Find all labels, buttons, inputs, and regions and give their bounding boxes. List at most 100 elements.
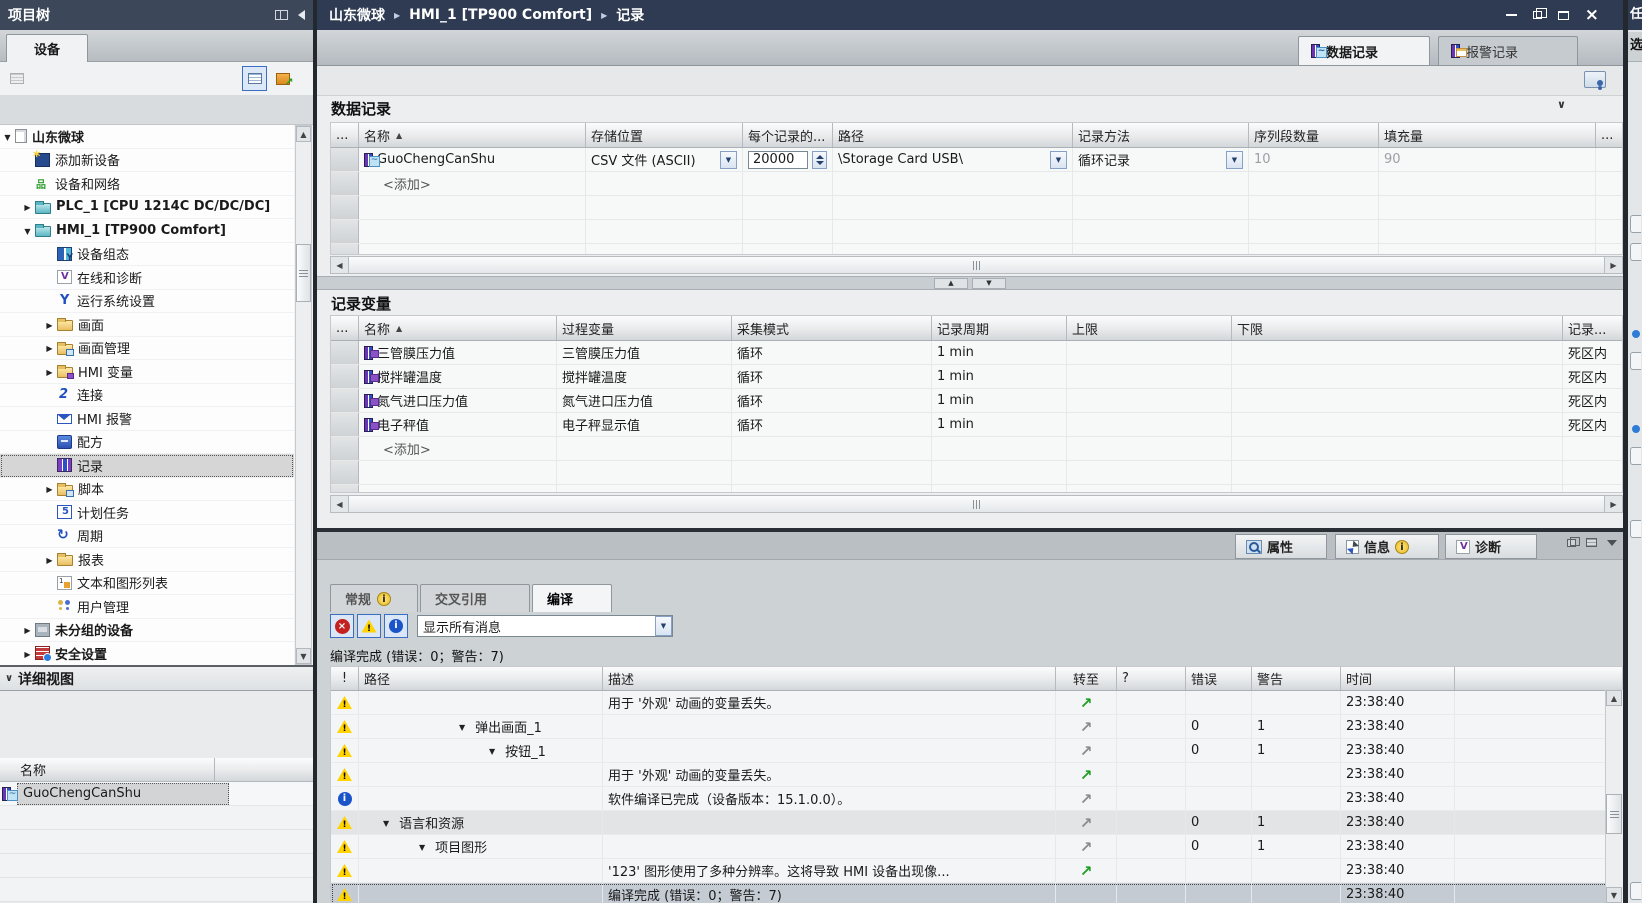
clipped-button-fragment[interactable] [1630, 520, 1641, 538]
clipped-panel-tab[interactable]: 选 [1628, 32, 1642, 62]
open-library-button[interactable] [270, 66, 295, 91]
add-label[interactable]: <添加> [383, 439, 431, 458]
tab-devices[interactable]: 设备 [6, 34, 88, 62]
message-list-scrollbar[interactable]: ▲ ▼ [1605, 690, 1623, 903]
close-icon[interactable]: × [1585, 8, 1599, 22]
scrollbar-track[interactable] [349, 257, 1604, 273]
message-row[interactable]: 软件编译已完成（设备版本：15.1.0.0）。 ↗ 23:38:40 [331, 787, 1622, 811]
filter-warnings-button[interactable] [357, 614, 381, 638]
col-logging-method[interactable]: 记录方法 [1073, 123, 1249, 147]
col-goto[interactable]: 转至 [1056, 667, 1117, 690]
col-acquisition-mode[interactable]: 采集模式 [732, 316, 932, 340]
tree-item-devices-networks[interactable]: 设备和网络 [0, 172, 294, 196]
row-selector[interactable] [331, 148, 359, 171]
message-row[interactable]: 项目图形 ↗ 0 1 23:38:40 [331, 835, 1622, 859]
tab-alarm-logs[interactable]: 报警记录 [1438, 36, 1578, 65]
expand-arrow-icon[interactable] [0, 129, 15, 144]
col-log-trigger[interactable]: 记录... [1563, 316, 1622, 340]
col-process-tag[interactable]: 过程变量 [557, 316, 732, 340]
message-row[interactable]: 用于 '外观' 动画的变量丢失。 ↗ 23:38:40 [331, 763, 1622, 787]
tree-item-reports[interactable]: 报表 [0, 548, 294, 572]
scro11-left-icon[interactable]: ◀ [331, 496, 349, 512]
tree-item-project[interactable]: 山东微球 [0, 125, 294, 149]
tree-item-scripts[interactable]: 脚本 [0, 478, 294, 502]
scroll-up-icon[interactable]: ▲ [296, 126, 311, 142]
log-name[interactable]: GuoChengCanShu [377, 152, 495, 167]
col-warnings[interactable]: 警告 [1252, 667, 1341, 690]
tree-item-online-diagnostics[interactable]: 在线和诊断 [0, 266, 294, 290]
datalog-add-row[interactable]: <添加> [331, 172, 1622, 196]
clipped-button-fragment[interactable] [1630, 243, 1641, 261]
message-row[interactable]: 用于 '外观' 动画的变量丢失。 ↗ 23:38:40 [331, 691, 1622, 715]
clipped-button-fragment[interactable] [1630, 882, 1641, 900]
col-rowheader[interactable]: ... [331, 123, 359, 147]
table-splitter[interactable]: ▲ ▼ [317, 276, 1623, 290]
col-time[interactable]: 时间 [1341, 667, 1455, 690]
scrollbar-thumb[interactable] [296, 244, 311, 302]
col-more[interactable]: ... [1596, 123, 1622, 147]
screen-user-icon[interactable] [1584, 71, 1606, 88]
col-errors[interactable]: 错误 [1186, 667, 1252, 690]
clipped-button-fragment[interactable] [1630, 215, 1641, 233]
tree-item-hmi-tags[interactable]: HMI 变量 [0, 360, 294, 384]
storage-location-value[interactable]: CSV 文件 (ASCII) [591, 150, 696, 169]
scroll-down-icon[interactable]: ▼ [1606, 887, 1622, 903]
collapse-arrow-icon[interactable] [42, 317, 57, 332]
tab-properties[interactable]: 属性 [1235, 534, 1327, 559]
filter-info-button[interactable] [384, 614, 408, 638]
tree-filter-button[interactable] [4, 66, 29, 91]
filter-errors-button[interactable] [330, 614, 354, 638]
datalog-row[interactable]: GuoChengCanShu CSV 文件 (ASCII) 20000 \Sto… [331, 148, 1622, 172]
tree-item-cycles[interactable]: 周期 [0, 525, 294, 549]
breadcrumb-device[interactable]: HMI_1 [TP900 Comfort] [409, 7, 592, 23]
tree-item-user-administration[interactable]: 用户管理 [0, 595, 294, 619]
scrollbar-track[interactable] [349, 496, 1604, 512]
tree-item-plc1[interactable]: PLC_1 [CPU 1214C DC/DC/DC] [0, 196, 294, 220]
restore-icon[interactable] [1533, 11, 1542, 19]
splitter-down-icon[interactable]: ▼ [972, 278, 1006, 289]
col-high-limit[interactable]: 上限 [1067, 316, 1232, 340]
tree-item-security-settings[interactable]: 安全设置 [0, 642, 294, 665]
logvar-row[interactable]: 搅拌罐温度 搅拌罐温度 循环 1 min 死区内 [331, 365, 1622, 389]
logging-method-value[interactable]: 循环记录 [1078, 150, 1130, 169]
logvars-add-row[interactable]: <添加> [331, 437, 1622, 461]
tree-item-add-device[interactable]: 添加新设备 [0, 149, 294, 173]
breadcrumb-project[interactable]: 山东微球 [329, 5, 385, 25]
spinner-icon[interactable] [812, 151, 827, 169]
dropdown-icon[interactable] [655, 616, 672, 636]
path-value[interactable]: \Storage Card USB\ [838, 152, 963, 167]
chevron-down-icon[interactable]: ∨ [0, 673, 18, 684]
add-label[interactable]: <添加> [383, 174, 431, 193]
logvars-hscrollbar[interactable]: ◀ ▶ [330, 495, 1623, 513]
col-name[interactable]: 名称▲ [359, 316, 557, 340]
col-question[interactable]: ? [1117, 667, 1186, 690]
goto-arrow-icon[interactable]: ↗ [1080, 838, 1093, 856]
goto-arrow-icon[interactable]: ↗ [1080, 814, 1093, 832]
tree-item-text-graphic-lists[interactable]: 文本和图形列表 [0, 572, 294, 596]
col-severity[interactable]: ! [331, 667, 359, 690]
detail-item-selected[interactable]: GuoChengCanShu [17, 783, 229, 805]
message-row[interactable]: 语言和资源 ↗ 0 1 23:38:40 [331, 811, 1622, 835]
tab-info[interactable]: 信息 [1335, 534, 1439, 559]
detail-view-header[interactable]: ∨ 详细视图 [0, 665, 313, 691]
col-logging-cycle[interactable]: 记录周期 [932, 316, 1067, 340]
tree-item-connections[interactable]: 连接 [0, 384, 294, 408]
detail-view-row[interactable]: GuoChengCanShu [0, 782, 313, 806]
tab-compile[interactable]: 编译 [532, 584, 612, 612]
scroll-up-icon[interactable]: ▲ [1606, 690, 1622, 706]
logvar-row[interactable]: 电子秤值 电子秤显示值 循环 1 min 死区内 [331, 413, 1622, 437]
expand-arrow-icon[interactable] [383, 815, 395, 830]
tab-data-logs[interactable]: 数据记录 [1298, 36, 1430, 65]
minimize-icon[interactable] [1506, 14, 1517, 16]
scroll-left-icon[interactable]: ◀ [331, 257, 349, 273]
scrollbar-thumb[interactable] [1606, 794, 1622, 834]
col-description[interactable]: 描述 [603, 667, 1056, 690]
col-path[interactable]: 路径 [833, 123, 1073, 147]
expand-arrow-icon[interactable] [419, 839, 431, 854]
dropdown-icon[interactable] [1050, 151, 1067, 169]
message-filter-select[interactable]: 显示所有消息 [417, 615, 673, 637]
collapse-arrow-icon[interactable] [42, 340, 57, 355]
scroll-down-icon[interactable]: ▼ [296, 648, 311, 664]
col-sequence-segments[interactable]: 序列段数量 [1249, 123, 1379, 147]
datalog-hscrollbar[interactable]: ◀ ▶ [330, 256, 1623, 274]
